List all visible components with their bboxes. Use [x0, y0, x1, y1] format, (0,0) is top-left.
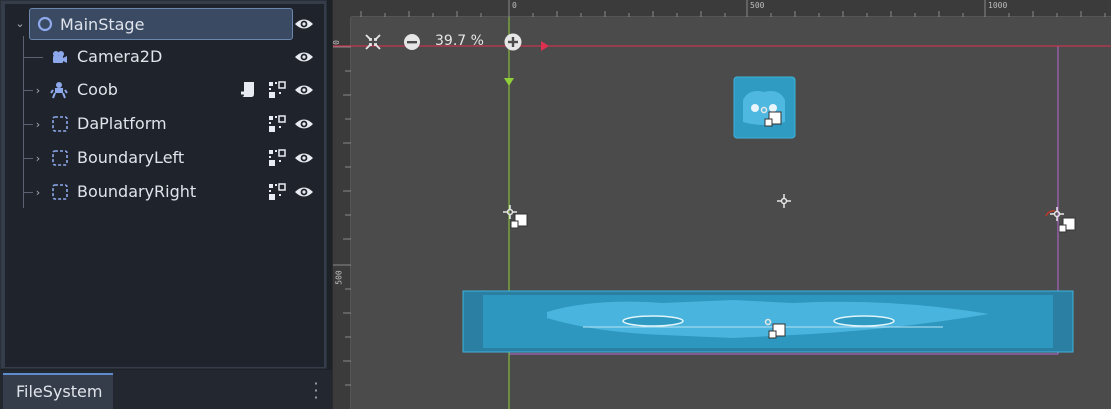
expand-arrow-icon[interactable]: › — [33, 153, 43, 165]
tree-guide-branch — [23, 57, 43, 58]
zoom-in-icon[interactable] — [502, 31, 524, 53]
tree-item-camera2d[interactable]: Camera2D — [5, 36, 324, 208]
tree-guide-branch — [23, 158, 33, 159]
collapse-arrow-icon[interactable]: ⌄ — [15, 18, 25, 30]
scene-dock: ⌄ MainStage Camera2D › Coob › DaPlatform… — [0, 0, 327, 369]
visibility-eye-icon[interactable] — [294, 15, 314, 33]
static-body-icon — [52, 184, 68, 200]
node2d-icon — [37, 16, 53, 32]
tree-item-daplatform[interactable]: › DaPlatform — [5, 107, 324, 141]
visibility-eye-icon[interactable] — [294, 48, 314, 66]
group-lock-icon[interactable] — [268, 81, 286, 99]
canvas-drawing — [333, 17, 1111, 409]
expand-arrow-icon[interactable]: › — [33, 187, 43, 199]
tree-item-label: BoundaryRight — [77, 182, 197, 201]
zoom-out-icon[interactable] — [402, 32, 422, 52]
x-axis-arrow — [541, 41, 549, 51]
tree-item-label: Camera2D — [77, 47, 163, 66]
tree-guide-branch — [23, 171, 33, 193]
tree-item-mainstage[interactable]: ⌄ MainStage — [5, 6, 324, 40]
expand-arrow-icon[interactable]: › — [33, 85, 43, 97]
tree-item-label: MainStage — [60, 15, 145, 34]
tree-item-boundaryright[interactable]: › BoundaryRight — [5, 171, 324, 209]
bottom-dock-bar: FileSystem · · · — [0, 370, 332, 409]
zoom-level-label[interactable]: 39.7 % — [435, 33, 484, 49]
script-icon[interactable] — [241, 81, 255, 98]
visibility-eye-icon[interactable] — [294, 115, 314, 133]
static-body-icon — [52, 150, 68, 166]
visibility-eye-icon[interactable] — [294, 149, 314, 167]
vertical-ellipsis-icon[interactable]: · · · — [310, 376, 322, 406]
visibility-eye-icon[interactable] — [294, 183, 314, 201]
tree-item-label: BoundaryLeft — [77, 148, 185, 167]
tree-item-label: Coob — [77, 80, 118, 99]
tree-item-label: DaPlatform — [77, 114, 167, 133]
character-body-icon — [50, 82, 68, 99]
tree-item-boundaryleft[interactable]: › BoundaryLeft — [5, 141, 324, 175]
group-lock-icon[interactable] — [268, 183, 286, 201]
expand-arrow-icon[interactable]: › — [33, 119, 43, 131]
static-body-icon — [52, 116, 68, 132]
canvas-viewport[interactable]: 0 500 1000 0 500 39.7 % — [332, 0, 1111, 409]
platform-sprite — [462, 290, 1074, 353]
group-lock-icon[interactable] — [268, 115, 286, 133]
visibility-eye-icon[interactable] — [294, 81, 314, 99]
scene-tree[interactable]: ⌄ MainStage Camera2D › Coob › DaPlatform… — [5, 4, 324, 367]
tree-guide-branch — [23, 124, 33, 125]
tree-item-coob[interactable]: › Coob — [5, 73, 324, 107]
camera2d-icon — [53, 51, 67, 63]
center-view-icon[interactable] — [363, 32, 383, 52]
group-lock-icon[interactable] — [268, 149, 286, 167]
y-axis-arrow — [504, 78, 514, 86]
tree-guide-branch — [23, 90, 33, 91]
tab-filesystem[interactable]: FileSystem — [3, 373, 113, 409]
